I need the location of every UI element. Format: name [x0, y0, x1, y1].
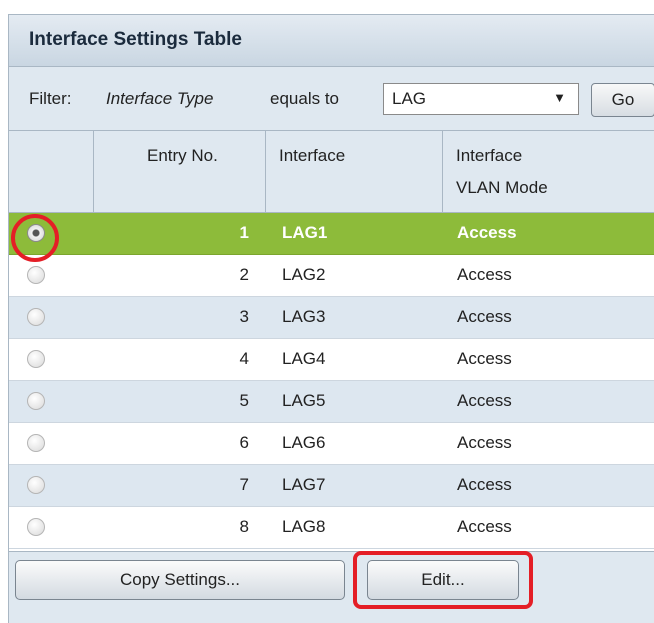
row-radio-button[interactable] [27, 308, 45, 326]
select-value: LAG [392, 89, 427, 108]
screenshot-viewport: Interface Settings Table Filter: Interfa… [8, 14, 654, 623]
table-row[interactable]: 6 LAG6 Access [9, 423, 654, 465]
table-row[interactable]: 7 LAG7 Access [9, 465, 654, 507]
vlan-mode: Access [457, 391, 512, 410]
selection-highlight-circle [11, 214, 59, 262]
vlan-mode: Access [457, 475, 512, 494]
entry-number: 6 [239, 433, 249, 452]
row-radio-button[interactable] [27, 392, 45, 410]
entry-number: 8 [239, 517, 249, 536]
row-radio-button[interactable] [27, 266, 45, 284]
table-row[interactable]: 8 LAG8 Access [9, 507, 654, 549]
interface-settings-panel: Interface Settings Table Filter: Interfa… [8, 14, 654, 623]
entry-number: 3 [239, 307, 249, 326]
row-radio-button[interactable] [27, 476, 45, 494]
col-header-interface-vlan-mode-line2: VLAN Mode [456, 178, 548, 197]
vlan-mode: Access [457, 307, 512, 326]
panel-title-bar: Interface Settings Table [9, 15, 654, 67]
filter-label: Filter: [29, 89, 72, 108]
filter-operator-label: equals to [270, 89, 339, 108]
panel-title: Interface Settings Table [29, 29, 242, 50]
interface-name: LAG7 [282, 475, 326, 494]
row-radio-button[interactable] [27, 434, 45, 452]
row-radio-button[interactable] [27, 350, 45, 368]
header-divider [265, 131, 266, 213]
table-row[interactable]: 5 LAG5 Access [9, 381, 654, 423]
go-button[interactable]: Go [591, 83, 654, 117]
edit-button-highlight [353, 551, 533, 609]
entry-number: 7 [239, 475, 249, 494]
interface-name: LAG4 [282, 349, 326, 368]
filter-bar: Filter: Interface Type equals to LAG ▼ G… [9, 67, 654, 131]
vlan-mode: Access [457, 223, 517, 242]
interface-name: LAG2 [282, 265, 326, 284]
entry-number: 1 [239, 223, 249, 242]
interface-name: LAG8 [282, 517, 326, 536]
interface-name: LAG5 [282, 391, 326, 410]
filter-field-label: Interface Type [106, 89, 214, 108]
header-divider [442, 131, 443, 213]
interface-type-select[interactable]: LAG ▼ [383, 83, 579, 115]
copy-settings-button[interactable]: Copy Settings... [15, 560, 345, 600]
row-radio-button[interactable] [27, 518, 45, 536]
table-row[interactable]: 2 LAG2 Access [9, 255, 654, 297]
vlan-mode: Access [457, 265, 512, 284]
interface-name: LAG3 [282, 307, 326, 326]
col-header-entry-no: Entry No. [147, 146, 218, 165]
entry-number: 4 [239, 349, 249, 368]
entry-number: 2 [239, 265, 249, 284]
table-row[interactable]: 1 LAG1 Access [9, 213, 654, 255]
header-divider [93, 131, 94, 213]
vlan-mode: Access [457, 349, 512, 368]
vlan-mode: Access [457, 433, 512, 452]
table-row[interactable]: 3 LAG3 Access [9, 297, 654, 339]
dropdown-arrow-icon: ▼ [553, 90, 566, 105]
interface-name: LAG1 [282, 223, 328, 242]
interface-name: LAG6 [282, 433, 326, 452]
col-header-interface: Interface [279, 146, 346, 165]
entry-number: 5 [239, 391, 249, 410]
col-header-interface-vlan-mode-line1: Interface [456, 146, 523, 165]
table-header: Entry No. Interface Interface VLAN Mode [9, 131, 654, 213]
table-row[interactable]: 4 LAG4 Access [9, 339, 654, 381]
vlan-mode: Access [457, 517, 512, 536]
table-footer-actions: Copy Settings... Edit... [9, 551, 654, 623]
